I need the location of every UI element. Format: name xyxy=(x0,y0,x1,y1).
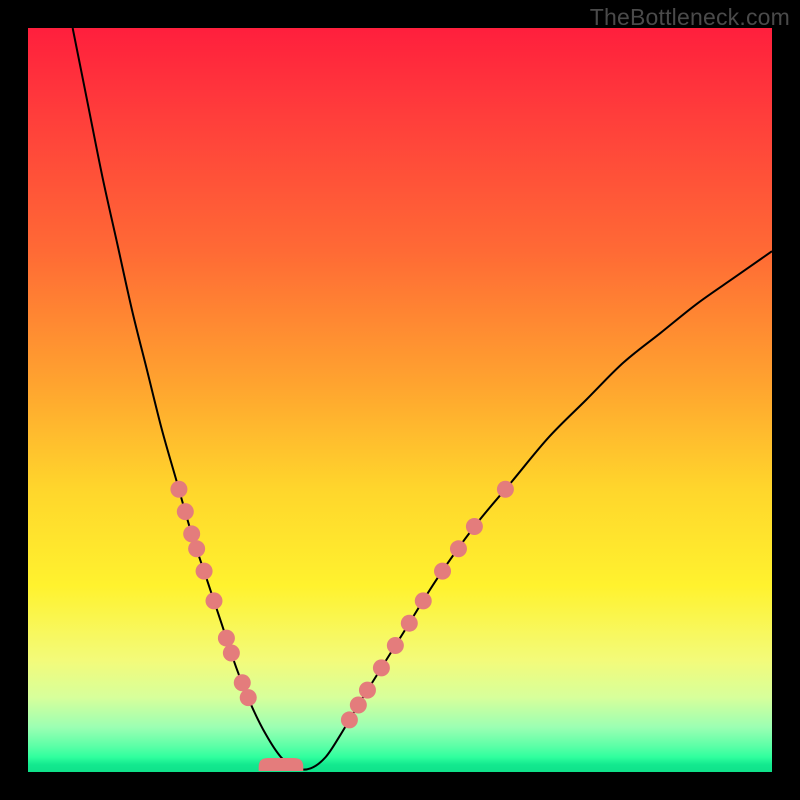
plot-area xyxy=(28,28,772,772)
data-dot xyxy=(466,518,483,535)
data-dot xyxy=(350,697,367,714)
bottleneck-curve xyxy=(73,28,772,770)
valley-blob xyxy=(259,758,304,771)
data-dot xyxy=(177,503,194,520)
dots-right-branch xyxy=(341,481,514,729)
data-dot xyxy=(373,659,390,676)
data-dot xyxy=(415,592,432,609)
watermark-text: TheBottleneck.com xyxy=(590,4,790,31)
data-dot xyxy=(170,481,187,498)
data-dot xyxy=(434,563,451,580)
data-dot xyxy=(218,630,235,647)
data-dot xyxy=(234,674,251,691)
data-dot xyxy=(401,615,418,632)
data-dot xyxy=(206,592,223,609)
data-dot xyxy=(387,637,404,654)
data-dot xyxy=(341,711,358,728)
data-dot xyxy=(497,481,514,498)
chart-stage: TheBottleneck.com xyxy=(0,0,800,800)
dots-left-branch xyxy=(170,481,256,706)
data-dot xyxy=(359,682,376,699)
curve-svg xyxy=(28,28,772,772)
data-dot xyxy=(450,540,467,557)
data-dot xyxy=(188,540,205,557)
data-dot xyxy=(240,689,257,706)
data-dot xyxy=(196,563,213,580)
data-dot xyxy=(183,525,200,542)
data-dot xyxy=(223,644,240,661)
